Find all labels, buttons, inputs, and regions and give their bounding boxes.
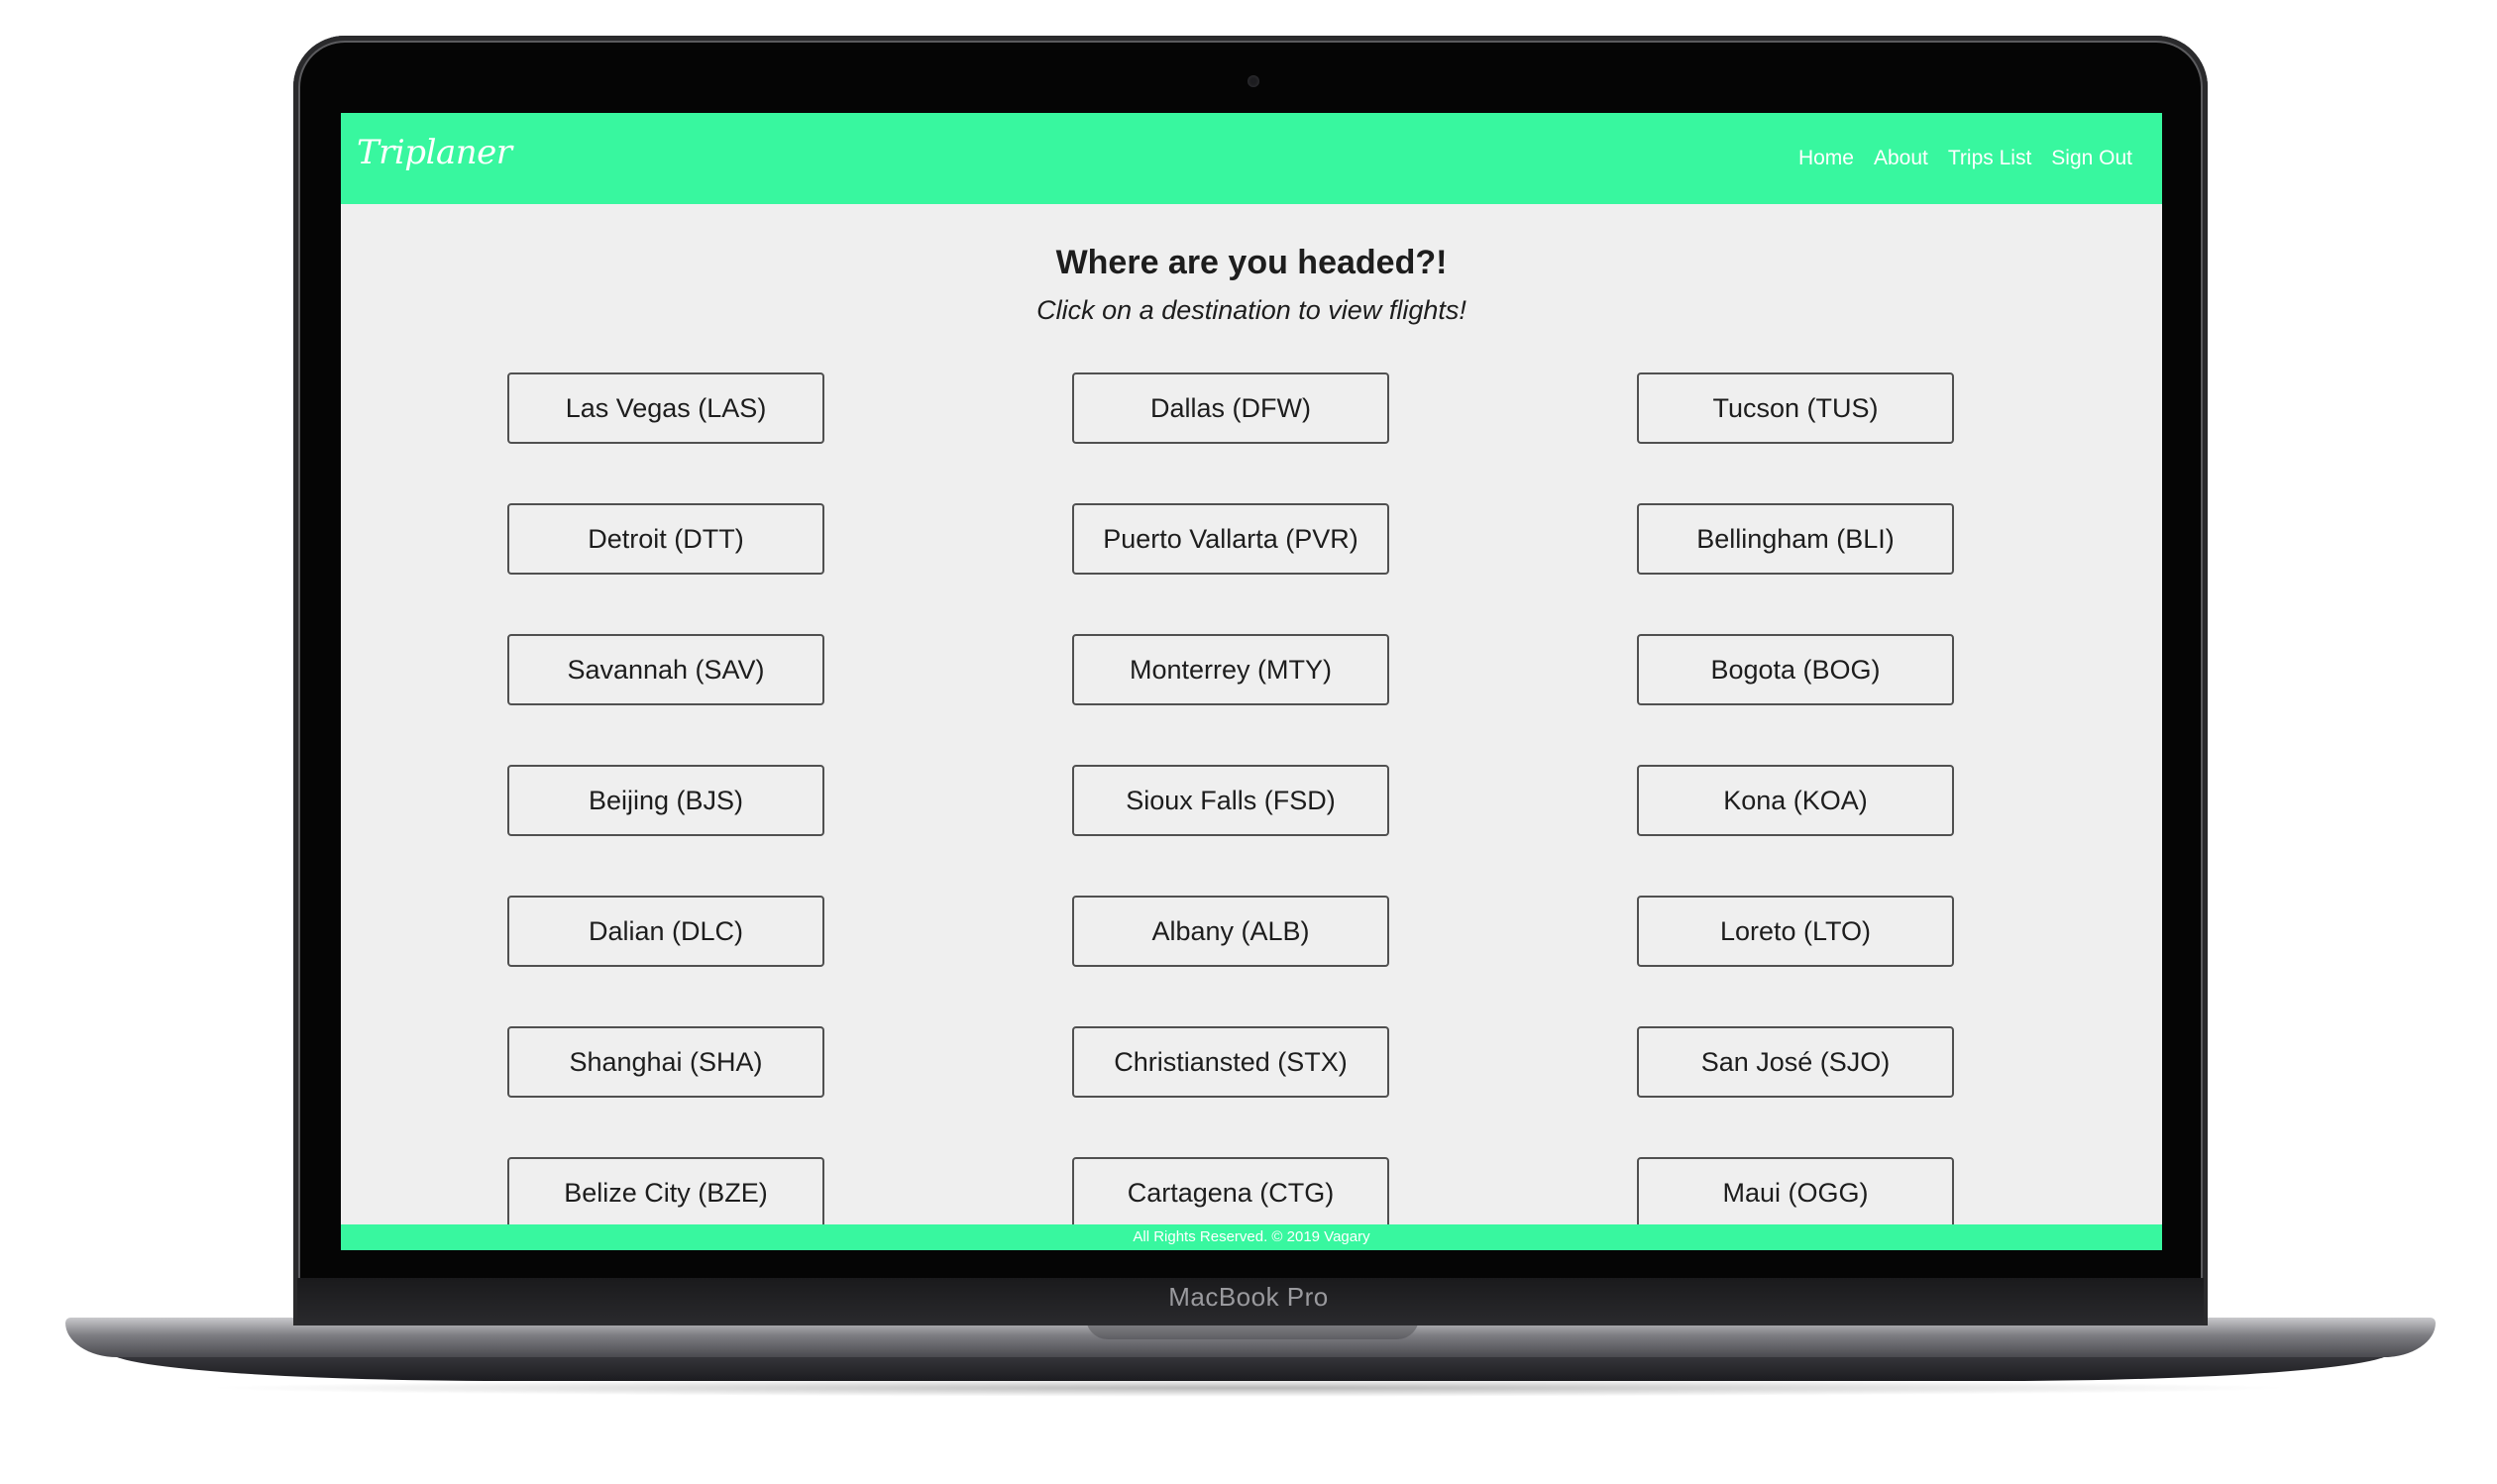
nav-links: Home About Trips List Sign Out: [1798, 147, 2132, 170]
destination-button[interactable]: Belize City (BZE): [507, 1157, 824, 1228]
destination-button[interactable]: Savannah (SAV): [507, 634, 824, 705]
footer: All Rights Reserved. © 2019 Vagary: [341, 1224, 2162, 1250]
logo[interactable]: Triplaner: [357, 133, 512, 172]
destination-button[interactable]: Kona (KOA): [1637, 765, 1954, 836]
destination-button[interactable]: Christiansted (STX): [1072, 1026, 1389, 1098]
destination-button[interactable]: Puerto Vallarta (PVR): [1072, 503, 1389, 575]
destination-button[interactable]: Loreto (LTO): [1637, 896, 1954, 967]
nav-link-home[interactable]: Home: [1798, 147, 1854, 170]
destination-grid: Las Vegas (LAS) Dallas (DFW) Tucson (TUS…: [507, 372, 1954, 1228]
destination-button[interactable]: Dalian (DLC): [507, 896, 824, 967]
destination-button[interactable]: Albany (ALB): [1072, 896, 1389, 967]
destination-button[interactable]: Maui (OGG): [1637, 1157, 1954, 1228]
destination-button[interactable]: Dallas (DFW): [1072, 372, 1389, 444]
nav-link-trips-list[interactable]: Trips List: [1948, 147, 2031, 170]
device-label: MacBook Pro: [1168, 1282, 1329, 1312]
destination-button[interactable]: Beijing (BJS): [507, 765, 824, 836]
nav-link-sign-out[interactable]: Sign Out: [2051, 147, 2132, 170]
destination-button[interactable]: San José (SJO): [1637, 1026, 1954, 1098]
destination-button[interactable]: Sioux Falls (FSD): [1072, 765, 1389, 836]
destination-button[interactable]: Cartagena (CTG): [1072, 1157, 1389, 1228]
destination-button[interactable]: Monterrey (MTY): [1072, 634, 1389, 705]
page-title: Where are you headed?!: [1055, 244, 1448, 281]
destination-button[interactable]: Shanghai (SHA): [507, 1026, 824, 1098]
destination-button[interactable]: Bellingham (BLI): [1637, 503, 1954, 575]
laptop-shadow: [198, 1379, 2299, 1397]
browser-screen: Triplaner Home About Trips List Sign Out…: [341, 113, 2162, 1250]
navbar: Triplaner Home About Trips List Sign Out: [341, 113, 2162, 204]
nav-link-about[interactable]: About: [1874, 147, 1928, 170]
destination-button[interactable]: Bogota (BOG): [1637, 634, 1954, 705]
destination-button[interactable]: Detroit (DTT): [507, 503, 824, 575]
page-subtitle: Click on a destination to view flights!: [1036, 295, 1466, 325]
destination-button[interactable]: Las Vegas (LAS): [507, 372, 824, 444]
camera-icon: [1248, 75, 1259, 87]
destination-button[interactable]: Tucson (TUS): [1637, 372, 1954, 444]
laptop-mockup: MacBook Pro Triplaner Home About Trips L…: [0, 0, 2497, 1484]
